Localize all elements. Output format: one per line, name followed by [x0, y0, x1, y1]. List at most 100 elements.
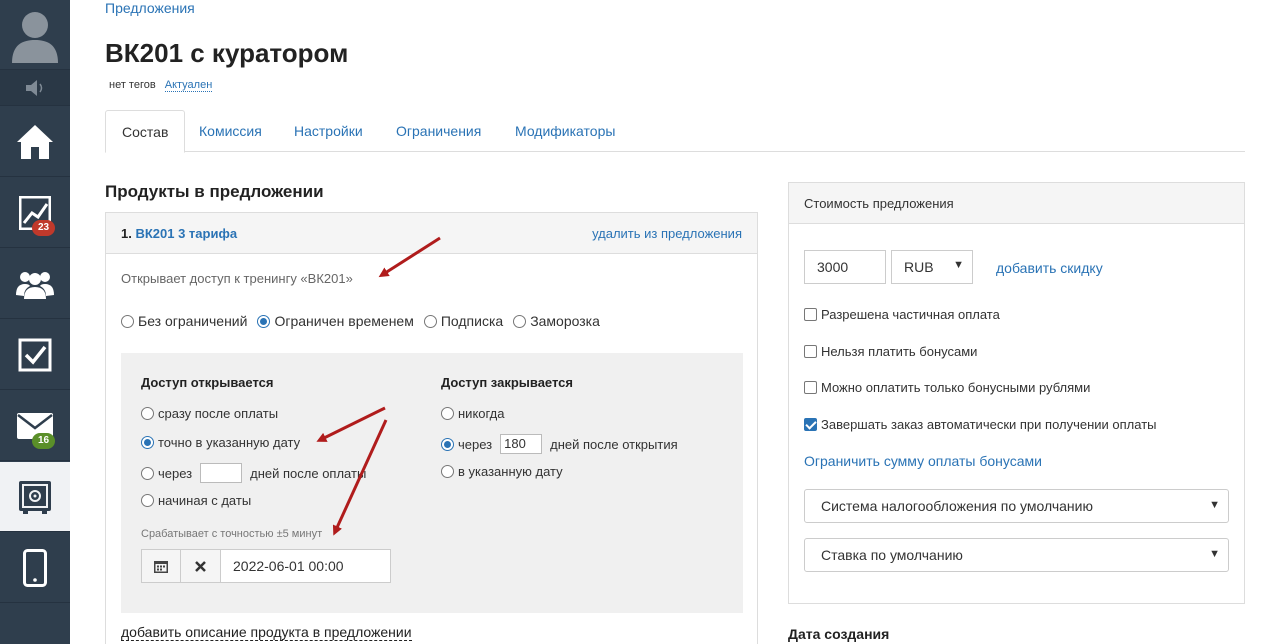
- tax-rate-value: Ставка по умолчанию: [821, 547, 963, 563]
- remove-product-link[interactable]: удалить из предложения: [592, 226, 742, 241]
- access-settings-box: Доступ открывается сразу после оплаты то…: [121, 353, 743, 613]
- radio-icon: [141, 466, 154, 480]
- radio-icon: [513, 314, 527, 328]
- tab-commission[interactable]: Комиссия: [183, 110, 278, 152]
- calendar-icon: [154, 560, 168, 573]
- add-discount-link[interactable]: добавить скидку: [996, 260, 1103, 276]
- status-link[interactable]: Актуален: [164, 79, 213, 92]
- radio-suffix-label: дней после открытия: [550, 436, 678, 452]
- precision-hint: Срабатывает с точностью ±5 минут: [141, 528, 323, 540]
- sidebar-item-stats[interactable]: 23: [0, 178, 70, 248]
- access-type-subscription[interactable]: Подписка: [423, 313, 503, 329]
- radio-label: через: [458, 436, 493, 452]
- checkbox-label: Разрешена частичная оплата: [821, 307, 1000, 322]
- currency-select[interactable]: RUB ▼: [891, 250, 973, 284]
- avatar[interactable]: [0, 0, 70, 70]
- speaker-icon: [26, 79, 43, 96]
- radio-suffix-label: дней после оплаты: [250, 465, 367, 481]
- close-never[interactable]: никогда: [441, 406, 504, 421]
- tab-settings[interactable]: Настройки: [278, 110, 379, 152]
- home-icon: [17, 124, 53, 159]
- checkbox-label: Нельзя платить бонусами: [821, 344, 978, 359]
- open-days-after-payment[interactable]: через дней после оплаты: [141, 463, 366, 483]
- radio-icon: [121, 314, 134, 328]
- open-exact-date[interactable]: точно в указанную дату: [141, 435, 300, 450]
- limit-bonus-link[interactable]: Ограничить сумму оплаты бонусами: [804, 453, 1042, 469]
- access-type-group: Без ограничений Ограничен временем Подпи…: [121, 313, 600, 329]
- safe-icon: [19, 480, 51, 514]
- date-input[interactable]: 2022-06-01 00:00: [221, 549, 391, 583]
- add-description-link[interactable]: добавить описание продукта в предложении: [121, 624, 412, 641]
- sidebar-item-home[interactable]: [0, 107, 70, 177]
- sound-toggle[interactable]: [0, 70, 70, 106]
- access-type-freeze[interactable]: Заморозка: [513, 313, 600, 329]
- tab-modifiers[interactable]: Модификаторы: [499, 110, 631, 152]
- tags-row: нет тегов Актуален: [109, 79, 213, 92]
- product-number: 1.: [121, 226, 132, 241]
- radio-icon: [441, 407, 454, 420]
- tax-rate-select[interactable]: Ставка по умолчанию ▼: [804, 538, 1229, 572]
- sidebar-item-users[interactable]: [0, 249, 70, 319]
- radio-icon: [141, 494, 154, 507]
- tab-restrictions[interactable]: Ограничения: [380, 110, 497, 152]
- checkbox-label: Завершать заказ автоматически при получе…: [821, 417, 1157, 432]
- sidebar-item-sales[interactable]: [0, 462, 70, 532]
- checkbox-icon: [18, 338, 52, 371]
- price-panel: Стоимость предложения 3000 RUB ▼ добавит…: [788, 182, 1245, 604]
- breadcrumb[interactable]: Предложения: [105, 0, 195, 16]
- sidebar: 23 16: [0, 0, 70, 644]
- open-days-input[interactable]: [200, 463, 243, 483]
- access-opens-title: Доступ открывается: [141, 375, 274, 390]
- radio-checked-icon: [141, 436, 154, 449]
- stats-badge: 23: [32, 220, 56, 236]
- tab-composition[interactable]: Состав: [105, 110, 186, 153]
- radio-checked-icon: [441, 437, 454, 451]
- checkbox-no-bonus[interactable]: Нельзя платить бонусами: [804, 344, 977, 359]
- radio-icon: [441, 465, 454, 478]
- product-header: 1. ВК201 3 тарифа удалить из предложения: [106, 213, 757, 254]
- tax-system-select[interactable]: Система налогообложения по умолчанию ▼: [804, 489, 1229, 523]
- close-days-after-open[interactable]: через 180 дней после открытия: [441, 434, 678, 454]
- checkbox-auto-complete[interactable]: Завершать заказ автоматически при получе…: [804, 417, 1157, 432]
- radio-label: начиная с даты: [158, 493, 252, 508]
- chevron-down-icon: ▼: [1209, 499, 1220, 511]
- radio-label: точно в указанную дату: [158, 435, 301, 450]
- product-panel: 1. ВК201 3 тарифа удалить из предложения…: [105, 212, 758, 644]
- date-picker-group: 2022-06-01 00:00: [141, 549, 391, 583]
- radio-label: Ограничен временем: [274, 313, 414, 329]
- mail-badge: 16: [32, 433, 56, 449]
- currency-value: RUB: [904, 259, 934, 275]
- radio-label: через: [158, 465, 193, 481]
- price-input[interactable]: 3000: [804, 250, 886, 284]
- users-icon: [16, 271, 54, 299]
- sidebar-item-mail[interactable]: 16: [0, 391, 70, 461]
- sidebar-item-mobile[interactable]: [0, 533, 70, 603]
- open-after-payment[interactable]: сразу после оплаты: [141, 406, 278, 421]
- close-at-date[interactable]: в указанную дату: [441, 464, 563, 479]
- access-type-unlimited[interactable]: Без ограничений: [121, 313, 247, 329]
- calendar-button[interactable]: [141, 549, 181, 583]
- radio-label: сразу после оплаты: [158, 406, 279, 421]
- radio-icon: [423, 314, 437, 328]
- checkbox-partial-payment[interactable]: Разрешена частичная оплата: [804, 307, 1000, 322]
- access-type-time-limited[interactable]: Ограничен временем: [257, 313, 414, 329]
- checkbox-icon: [804, 381, 817, 394]
- clear-date-button[interactable]: [181, 549, 221, 583]
- radio-label: никогда: [458, 406, 505, 421]
- checkbox-label: Можно оплатить только бонусными рублями: [821, 380, 1091, 395]
- created-date-title: Дата создания: [788, 626, 890, 642]
- open-from-date[interactable]: начиная с даты: [141, 493, 251, 508]
- checkbox-bonus-only[interactable]: Можно оплатить только бонусными рублями: [804, 380, 1090, 395]
- close-days-input[interactable]: 180: [500, 434, 543, 454]
- no-tags-label: нет тегов: [109, 79, 156, 91]
- radio-label: Без ограничений: [138, 313, 248, 329]
- radio-label: Заморозка: [530, 313, 600, 329]
- page-title: ВК201 с куратором: [105, 38, 349, 68]
- chevron-down-icon: ▼: [1209, 548, 1220, 560]
- mobile-icon: [23, 548, 47, 587]
- product-title: 1. ВК201 3 тарифа: [121, 226, 237, 241]
- product-name-link[interactable]: ВК201 3 тарифа: [135, 226, 237, 241]
- sidebar-item-tasks[interactable]: [0, 320, 70, 390]
- checkbox-icon: [804, 308, 817, 321]
- radio-checked-icon: [257, 314, 271, 328]
